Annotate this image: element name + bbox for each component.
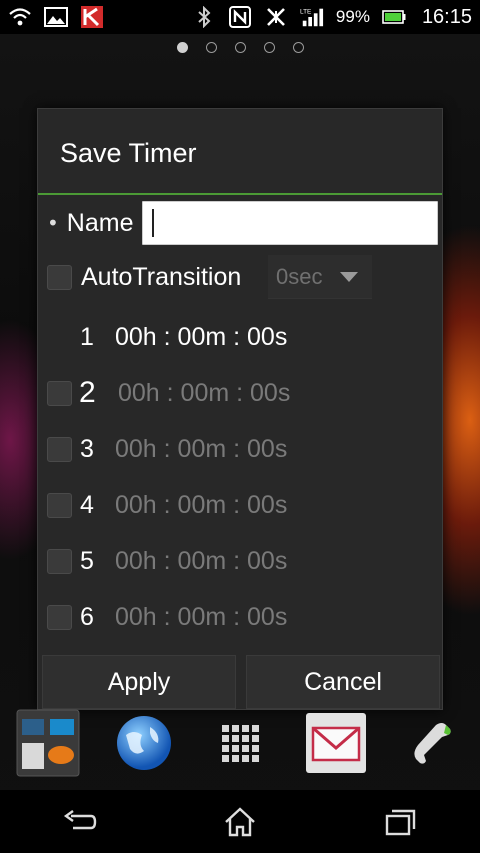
timer-row[interactable]: 2 00h : 00m : 00s <box>38 373 444 413</box>
name-label: Name <box>66 208 134 237</box>
cancel-button[interactable]: Cancel <box>246 655 440 709</box>
battery-percent: 99% <box>335 7 370 26</box>
timer-row[interactable]: 5 00h : 00m : 00s <box>38 541 444 581</box>
auto-transition-value: 0sec <box>276 263 323 289</box>
timer-time: 00h : 00m : 00s <box>115 546 288 575</box>
kaspersky-icon <box>80 6 104 28</box>
navigation-bar <box>0 790 480 853</box>
home-page-indicator <box>0 42 480 53</box>
timer-time: 00h : 00m : 00s <box>115 602 288 631</box>
svg-text:LTE: LTE <box>300 8 312 15</box>
clock: 16:15 <box>421 5 472 28</box>
lte-signal-icon: LTE <box>300 6 324 28</box>
home-dock <box>0 708 480 788</box>
timer-row[interactable]: 6 00h : 00m : 00s <box>38 597 444 637</box>
timer-checkbox[interactable] <box>47 380 72 406</box>
dialog-title: Save Timer <box>38 109 442 195</box>
auto-transition-row: AutoTransition 0sec <box>38 255 444 299</box>
text-caret <box>152 209 154 237</box>
timer-time: 00h : 00m : 00s <box>115 490 288 519</box>
nfc-icon <box>228 6 252 28</box>
email-icon[interactable] <box>304 708 368 778</box>
auto-transition-dropdown[interactable]: 0sec <box>268 255 372 299</box>
timer-row[interactable]: 4 00h : 00m : 00s <box>38 485 444 525</box>
name-row: • Name <box>38 201 444 245</box>
battery-icon <box>382 6 406 28</box>
timer-time: 00h : 00m : 00s <box>115 434 288 463</box>
auto-transition-checkbox[interactable] <box>47 264 72 290</box>
recent-apps-icon[interactable] <box>370 800 430 844</box>
signal-blocked-icon <box>264 6 288 28</box>
page-dot <box>263 42 275 53</box>
timer-row[interactable]: 1 00h : 00m : 00s <box>38 317 444 357</box>
timer-time: 00h : 00m : 00s <box>118 378 291 407</box>
timer-checkbox[interactable] <box>47 492 72 518</box>
save-timer-dialog: Save Timer • Name AutoTransition 0sec 1 … <box>37 108 443 710</box>
timer-checkbox[interactable] <box>47 604 72 630</box>
bluetooth-icon <box>192 6 216 28</box>
status-bar: LTE 99% 16:15 <box>0 0 480 34</box>
page-dot <box>292 42 304 53</box>
back-icon[interactable] <box>50 800 110 844</box>
timer-number: 2 <box>79 376 96 409</box>
dropdown-caret-icon <box>340 272 358 282</box>
timer-time: 00h : 00m : 00s <box>115 322 288 351</box>
dialog-button-bar: Apply Cancel <box>42 655 440 709</box>
timer-number: 6 <box>80 602 94 631</box>
auto-transition-label: AutoTransition <box>81 262 242 291</box>
timer-row[interactable]: 3 00h : 00m : 00s <box>38 429 444 469</box>
page-dot <box>176 42 188 53</box>
bullet-icon: • <box>47 211 59 235</box>
timer-checkbox[interactable] <box>47 548 72 574</box>
apply-button[interactable]: Apply <box>42 655 236 709</box>
page-dot <box>205 42 217 53</box>
widgets-folder-icon[interactable] <box>16 708 80 778</box>
timer-number: 4 <box>80 490 94 519</box>
timer-number: 5 <box>80 546 94 575</box>
timer-number: 3 <box>80 434 94 463</box>
app-drawer-icon[interactable] <box>208 708 272 778</box>
timer-checkbox[interactable] <box>47 436 72 462</box>
home-icon[interactable] <box>210 800 270 844</box>
timer-number: 1 <box>80 322 94 351</box>
name-input[interactable] <box>142 201 438 245</box>
phone-icon[interactable] <box>400 708 464 778</box>
image-notification-icon <box>44 6 68 28</box>
wifi-question-icon <box>8 6 32 28</box>
page-dot <box>234 42 246 53</box>
browser-globe-icon[interactable] <box>112 708 176 778</box>
